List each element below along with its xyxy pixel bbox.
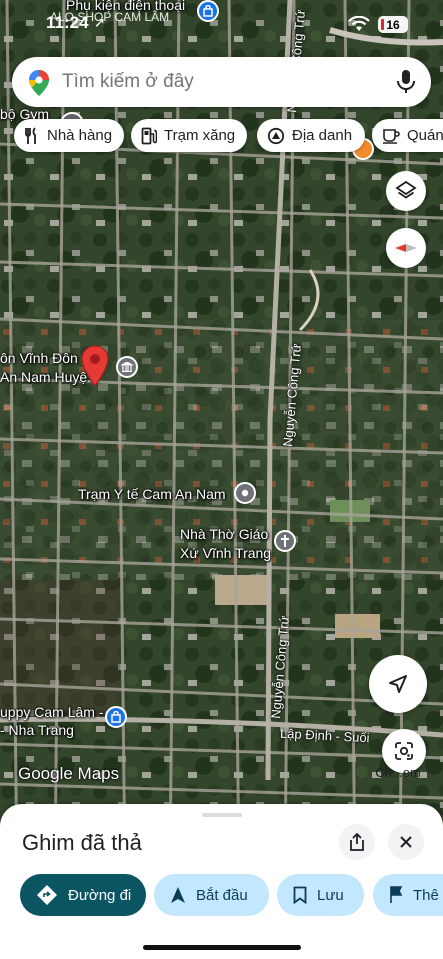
navigation-arrow-icon bbox=[389, 675, 407, 693]
search-bar[interactable] bbox=[12, 57, 431, 107]
navigation-start-icon bbox=[171, 887, 185, 903]
map-label: ôn Vĩnh Đôn bbox=[0, 350, 78, 366]
directions-button[interactable]: Đường đi bbox=[20, 874, 146, 916]
map-label: Trạm Y tế Cam An Nam bbox=[78, 486, 226, 502]
save-label: Lưu bbox=[317, 886, 344, 904]
layers-icon bbox=[395, 180, 417, 199]
landmark-icon bbox=[267, 127, 285, 144]
dropped-pin-sheet[interactable]: Ghim đã thả Đường đi Bắt đầu Lưu Thê bbox=[0, 804, 443, 959]
sheet-title: Ghim đã thả bbox=[22, 830, 142, 855]
map-label: ALO SHOP CAM LÂM bbox=[50, 10, 170, 24]
bookmark-icon bbox=[293, 886, 307, 904]
close-icon bbox=[400, 836, 412, 848]
save-button[interactable]: Lưu bbox=[277, 874, 364, 916]
chip-restaurants[interactable]: Nhà hàng bbox=[14, 119, 124, 152]
government-poi-icon[interactable] bbox=[116, 356, 138, 378]
directions-icon bbox=[37, 885, 57, 905]
flag-icon bbox=[390, 886, 403, 903]
map-label: Nhà Thờ Giáo bbox=[180, 526, 269, 542]
add-label-button[interactable]: Thê bbox=[373, 874, 443, 916]
gas-station-icon bbox=[141, 127, 157, 144]
chip-landmarks[interactable]: Địa danh bbox=[257, 119, 365, 152]
status-bar: 11:24 ➚ ALO SHOP CAM LÂM 16 bbox=[0, 0, 443, 50]
restaurant-icon bbox=[25, 126, 36, 144]
medical-poi-icon[interactable] bbox=[234, 482, 256, 504]
cafe-icon bbox=[383, 128, 400, 144]
church-poi-icon[interactable] bbox=[274, 530, 296, 552]
start-button[interactable]: Bắt đầu bbox=[154, 874, 269, 916]
battery-indicator: 16 bbox=[378, 16, 408, 33]
category-chips: Nhà hàng Trạm xăng Địa danh Quán bbox=[0, 119, 443, 153]
search-input[interactable] bbox=[62, 71, 362, 93]
home-indicator[interactable] bbox=[143, 945, 301, 950]
share-icon bbox=[350, 833, 364, 851]
dropped-pin-icon[interactable] bbox=[80, 344, 110, 388]
my-location-button[interactable] bbox=[369, 655, 427, 713]
map-label: - Nha Trang bbox=[0, 722, 74, 738]
chip-label: Địa danh bbox=[292, 127, 353, 144]
wifi-icon bbox=[348, 16, 370, 31]
lens-label: Ch...em bbox=[375, 765, 421, 780]
share-button[interactable] bbox=[339, 824, 375, 860]
microphone-icon[interactable] bbox=[395, 69, 417, 95]
lens-icon bbox=[395, 742, 413, 760]
compass-icon bbox=[395, 244, 417, 252]
close-button[interactable] bbox=[388, 824, 424, 860]
map-label: uppy Cam Lâm - bbox=[0, 704, 104, 720]
chip-label: Trạm xăng bbox=[164, 127, 236, 144]
shop-poi-icon[interactable] bbox=[105, 706, 127, 728]
sheet-handle[interactable] bbox=[202, 813, 242, 817]
chip-label: Nhà hàng bbox=[47, 127, 113, 144]
layers-button[interactable] bbox=[386, 171, 426, 211]
google-maps-logo: Google Maps bbox=[18, 764, 120, 783]
add-label-label: Thê bbox=[413, 886, 439, 904]
chip-gas-stations[interactable]: Trạm xăng bbox=[131, 119, 247, 152]
compass-button[interactable] bbox=[386, 228, 426, 268]
chip-label: Quán bbox=[407, 127, 443, 144]
google-maps-pin-icon bbox=[29, 70, 49, 96]
map-label: Xứ Vĩnh Trang bbox=[180, 545, 272, 561]
chip-cafes[interactable]: Quán bbox=[372, 119, 443, 152]
start-label: Bắt đầu bbox=[196, 886, 248, 904]
directions-label: Đường đi bbox=[68, 886, 132, 904]
